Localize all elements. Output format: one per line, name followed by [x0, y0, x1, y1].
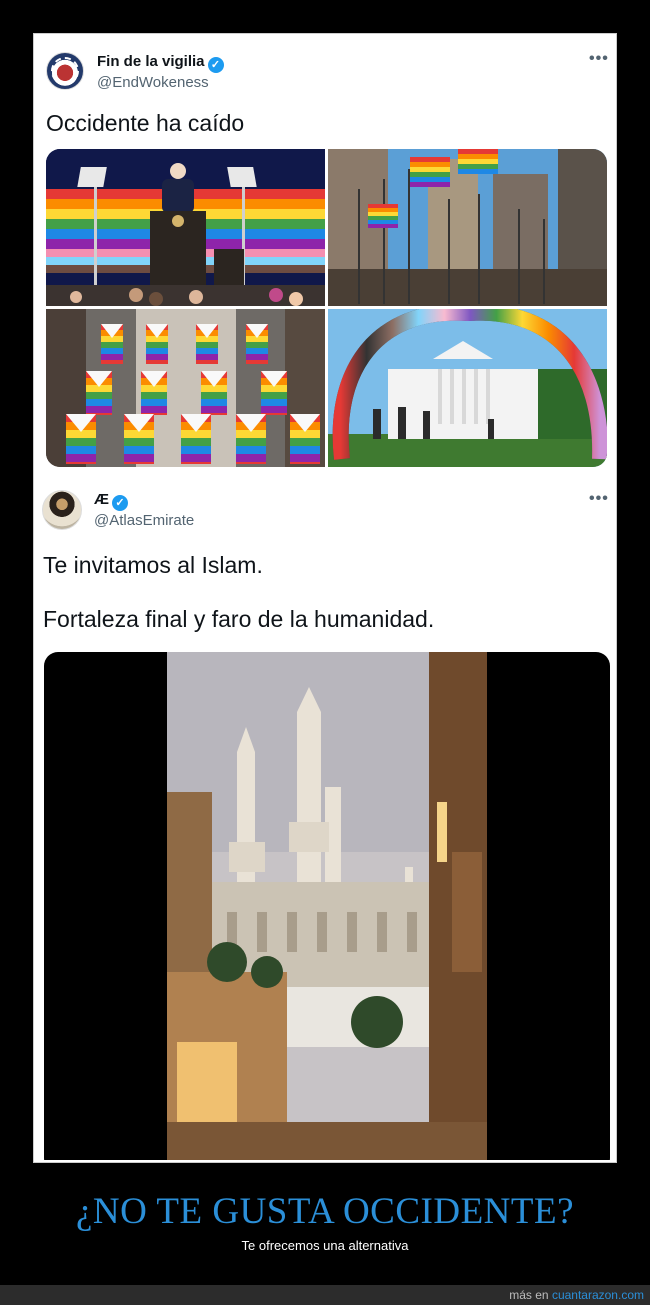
video-frame-mosque	[167, 652, 487, 1160]
display-name[interactable]: Æ ✓	[94, 491, 128, 511]
more-options-icon[interactable]: •••	[589, 50, 609, 68]
tweet-text-line-2: Fortaleza final y faro de la humanidad.	[43, 606, 435, 632]
verified-badge-icon: ✓	[207, 57, 224, 73]
display-name-text: Æ	[94, 491, 109, 508]
more-options-icon[interactable]: •••	[589, 490, 609, 508]
video-player[interactable]	[44, 652, 610, 1160]
screenshot-area: Fin de la vigilia ✓ @EndWokeness ••• Occi…	[36, 36, 614, 1160]
display-name-text: Fin de la vigilia	[97, 53, 205, 70]
avatar[interactable]	[46, 52, 84, 90]
media-image-flags-plaza[interactable]	[328, 149, 607, 306]
tweet-atlasemirate: Æ ✓ @AtlasEmirate ••• Te invitamos al Isl…	[36, 486, 614, 1160]
user-handle[interactable]: @AtlasEmirate	[94, 512, 194, 529]
meme-frame: Fin de la vigilia ✓ @EndWokeness ••• Occi…	[33, 33, 617, 1163]
tweet-endwokeness: Fin de la vigilia ✓ @EndWokeness ••• Occi…	[36, 36, 614, 486]
site-link[interactable]: cuantarazon.com	[552, 1288, 644, 1302]
media-image-street-flags[interactable]	[46, 309, 325, 467]
media-grid	[46, 149, 607, 467]
footer-bar: más en cuantarazon.com	[0, 1285, 650, 1305]
media-image-podium[interactable]	[46, 149, 325, 306]
footer-credit: más en cuantarazon.com	[509, 1288, 644, 1302]
meme-caption-title: ¿NO TE GUSTA OCCIDENTE?	[75, 1191, 575, 1232]
tweet-text: Occidente ha caído	[46, 110, 245, 136]
display-name[interactable]: Fin de la vigilia ✓	[97, 53, 224, 73]
avatar[interactable]	[42, 490, 82, 530]
verified-badge-icon: ✓	[112, 495, 128, 511]
footer-prefix: más en	[509, 1288, 549, 1302]
media-image-white-house[interactable]	[328, 309, 607, 467]
tweet-text-line-1: Te invitamos al Islam.	[43, 552, 263, 578]
user-handle[interactable]: @EndWokeness	[97, 74, 209, 91]
meme-caption-subtitle: Te ofrecemos una alternativa	[241, 1238, 409, 1253]
